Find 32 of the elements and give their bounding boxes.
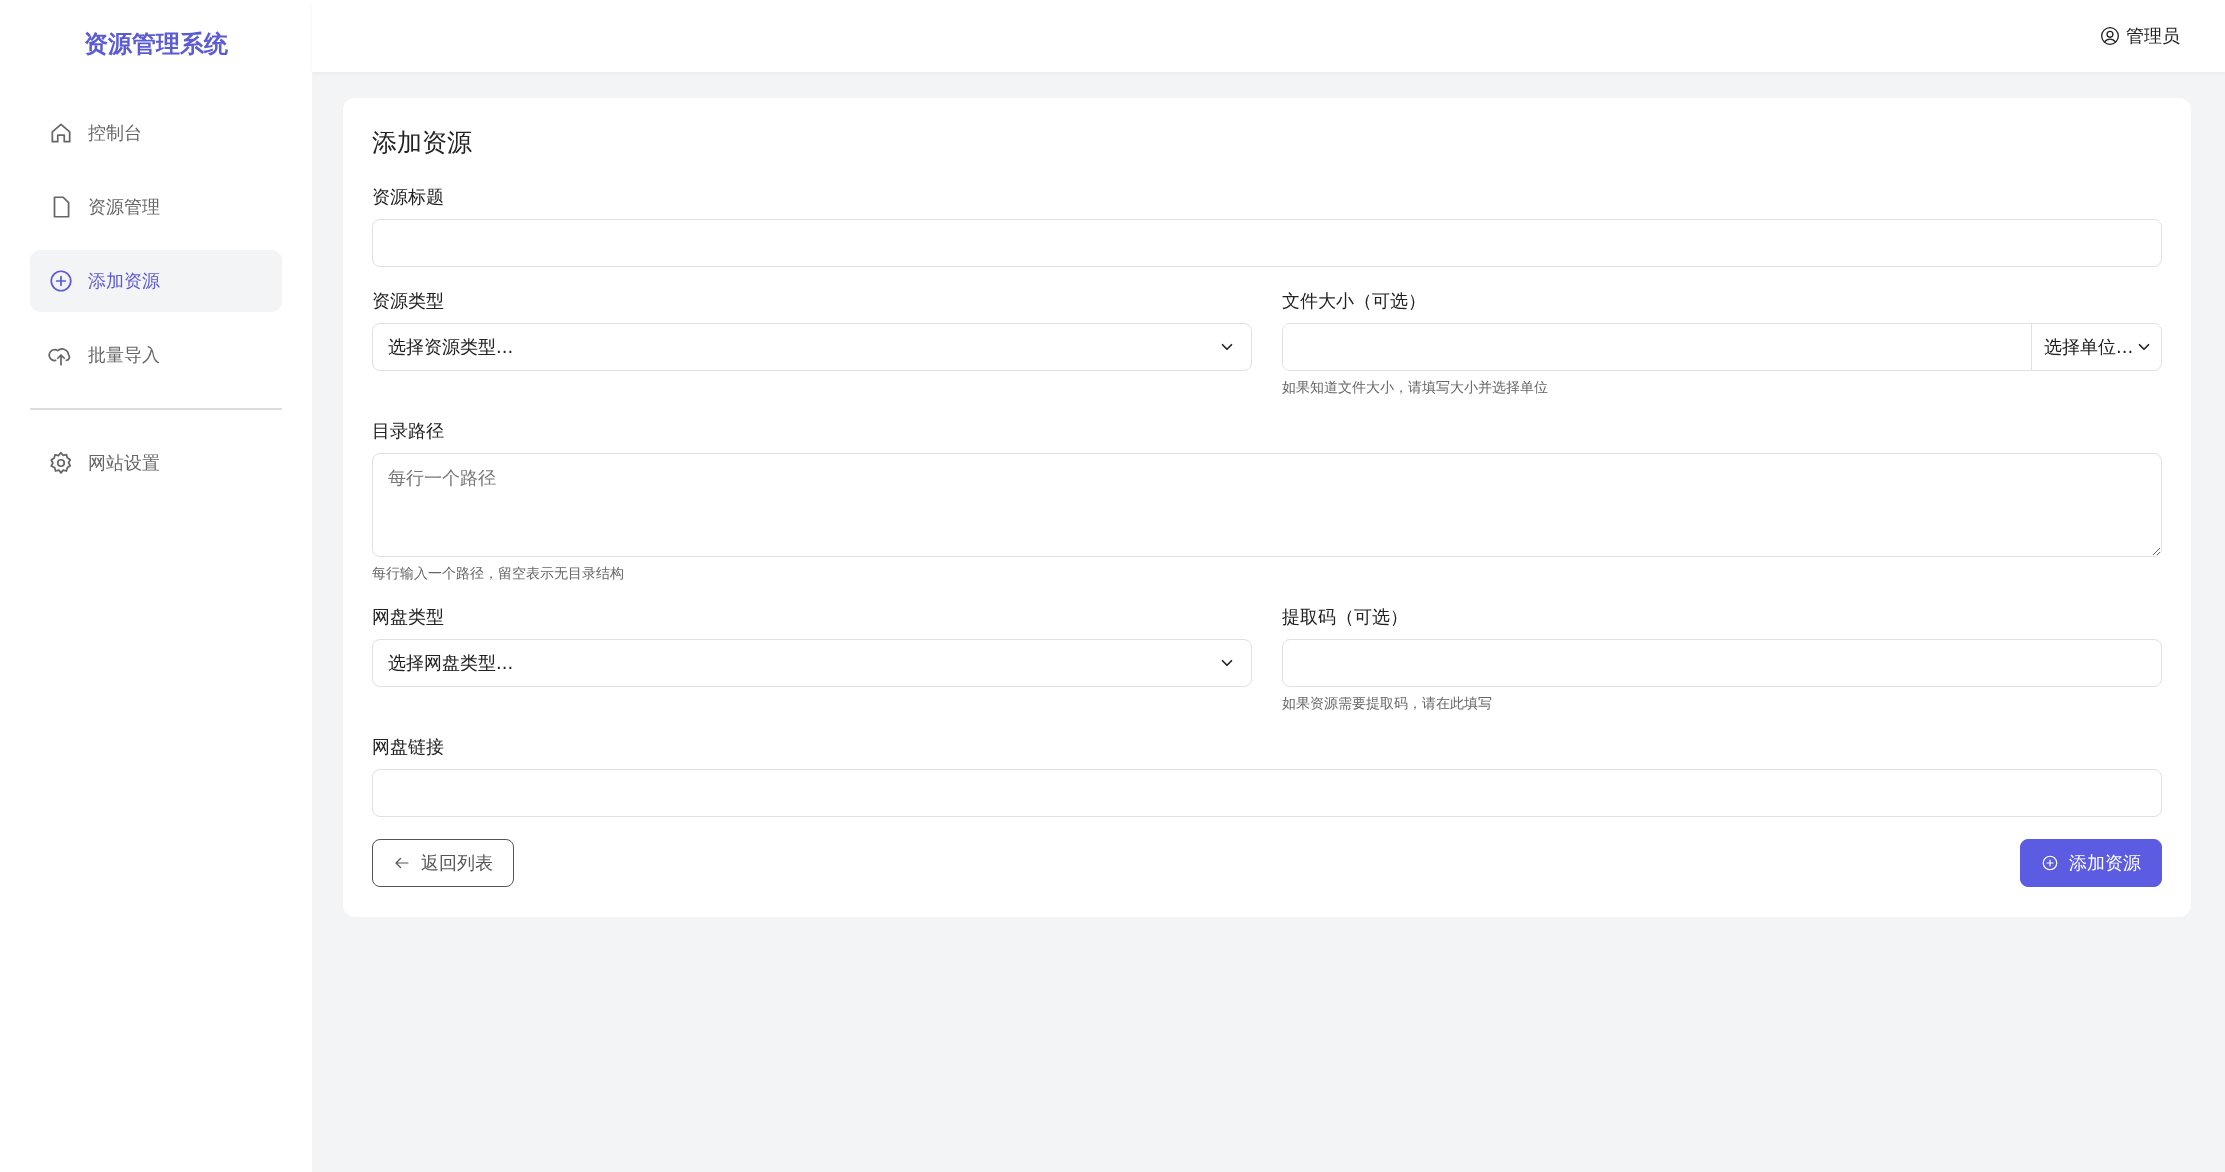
form-title: 添加资源 — [372, 127, 473, 159]
back-button[interactable]: 返回列表 — [372, 839, 514, 887]
user-icon — [2100, 26, 2120, 46]
field-label: 网盘链接 — [372, 735, 445, 759]
help-text: 如果知道文件大小，请填写大小并选择单位 — [1282, 379, 1549, 397]
sidebar-item[interactable]: 添加资源 — [30, 250, 282, 312]
submit-button[interactable]: 添加资源 — [2020, 839, 2162, 887]
sidebar-item[interactable]: 网站设置 — [30, 432, 282, 494]
input-field[interactable] — [1282, 639, 2162, 687]
sidebar-item[interactable]: 控制台 — [30, 102, 282, 164]
brand-title: 资源管理系统 — [83, 29, 229, 60]
help-text: 如果资源需要提取码，请在此填写 — [1282, 695, 1493, 713]
select-field[interactable]: 选择网盘类型... — [372, 639, 1252, 687]
size-field[interactable]: 选择单位... — [1282, 323, 2162, 371]
field-label: 资源类型 — [372, 289, 445, 313]
field-label: 文件大小（可选） — [1282, 289, 1427, 313]
help-text: 每行输入一个路径，留空表示无目录结构 — [372, 565, 625, 583]
plus-circle-icon — [2041, 854, 2059, 872]
field-label: 目录路径 — [372, 419, 445, 443]
user-menu[interactable]: 管理员 — [2100, 24, 2180, 48]
input-field[interactable] — [372, 219, 2162, 267]
sidebar-item[interactable]: 资源管理 — [30, 176, 282, 238]
sidebar-item[interactable]: 批量导入 — [30, 324, 282, 386]
settings-icon — [48, 450, 74, 476]
field-label: 提取码（可选） — [1282, 605, 1409, 629]
plus-circle-icon — [48, 268, 74, 294]
unit-select[interactable]: 选择单位... — [2031, 324, 2161, 370]
textarea-field[interactable]: 每行一个路径 — [372, 453, 2162, 557]
input-field[interactable] — [372, 769, 2162, 817]
select-field[interactable]: 选择资源类型... — [372, 323, 1252, 371]
field-label: 资源标题 — [372, 185, 445, 209]
field-label: 网盘类型 — [372, 605, 445, 629]
